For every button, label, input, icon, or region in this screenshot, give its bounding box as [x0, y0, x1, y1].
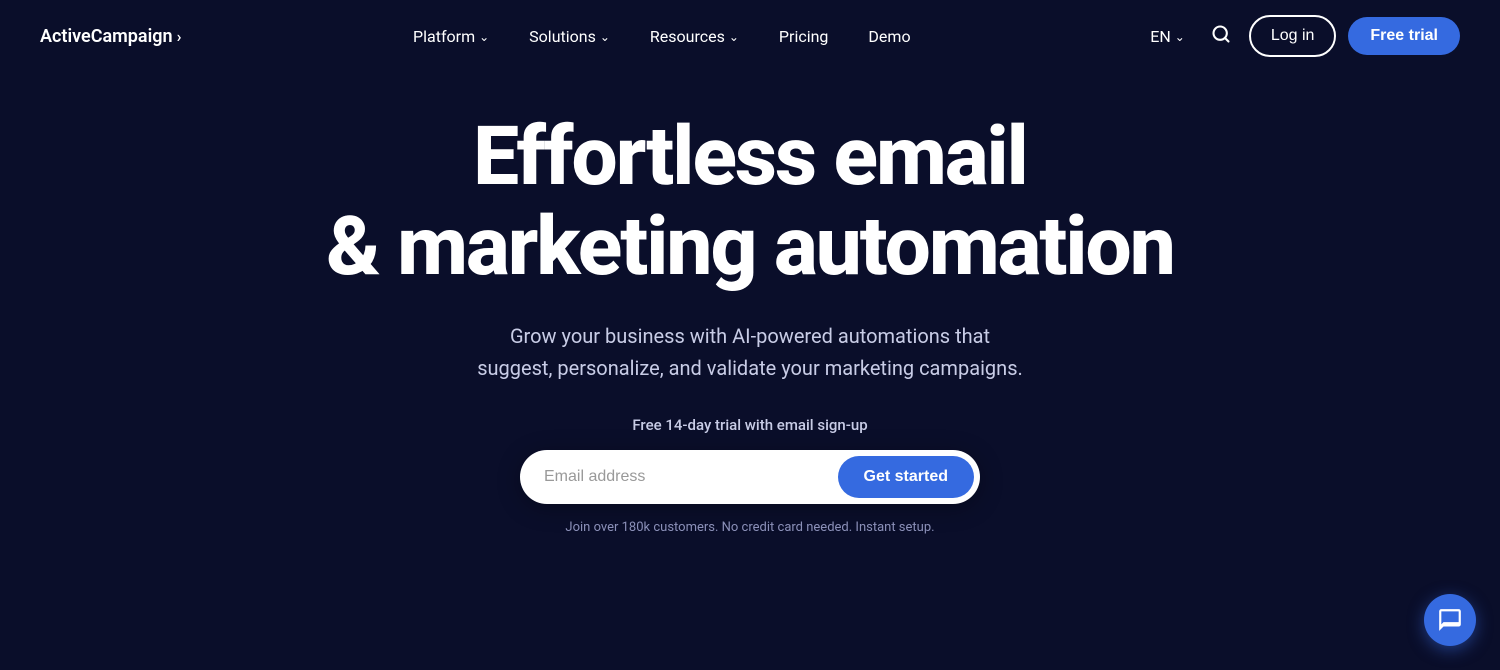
- nav-links: Platform ⌄ Solutions ⌄ Resources ⌄ Prici…: [181, 19, 1142, 54]
- email-input[interactable]: [544, 460, 838, 494]
- search-button[interactable]: [1205, 18, 1237, 55]
- login-button[interactable]: Log in: [1249, 15, 1337, 57]
- nav-item-solutions[interactable]: Solutions ⌄: [513, 19, 626, 54]
- navbar: ActiveCampaign › Platform ⌄ Solutions ⌄ …: [0, 0, 1500, 72]
- nav-item-platform[interactable]: Platform ⌄: [397, 19, 505, 54]
- hero-title: Effortless email & marketing automation: [326, 112, 1174, 292]
- brand-name: ActiveCampaign: [40, 26, 173, 47]
- brand-logo[interactable]: ActiveCampaign ›: [40, 26, 181, 47]
- hero-signup-form: Get started: [520, 450, 980, 504]
- nav-item-resources[interactable]: Resources ⌄: [634, 19, 755, 54]
- chevron-down-icon: ⌄: [1175, 30, 1185, 44]
- nav-item-demo[interactable]: Demo: [852, 19, 926, 54]
- language-selector[interactable]: EN ⌄: [1142, 21, 1193, 52]
- nav-item-pricing[interactable]: Pricing: [763, 19, 845, 54]
- chevron-down-icon: ⌄: [479, 30, 489, 44]
- chat-bubble-button[interactable]: [1424, 594, 1476, 646]
- chevron-down-icon: ⌄: [600, 30, 610, 44]
- nav-right: EN ⌄ Log in Free trial: [1142, 15, 1460, 57]
- hero-disclaimer: Join over 180k customers. No credit card…: [565, 520, 934, 535]
- chevron-down-icon: ⌄: [729, 30, 739, 44]
- get-started-button[interactable]: Get started: [838, 456, 974, 498]
- hero-trial-label: Free 14-day trial with email sign-up: [632, 416, 867, 434]
- hero-section: Effortless email & marketing automation …: [0, 72, 1500, 565]
- free-trial-button[interactable]: Free trial: [1348, 17, 1460, 55]
- hero-subtitle: Grow your business with AI-powered autom…: [470, 320, 1030, 384]
